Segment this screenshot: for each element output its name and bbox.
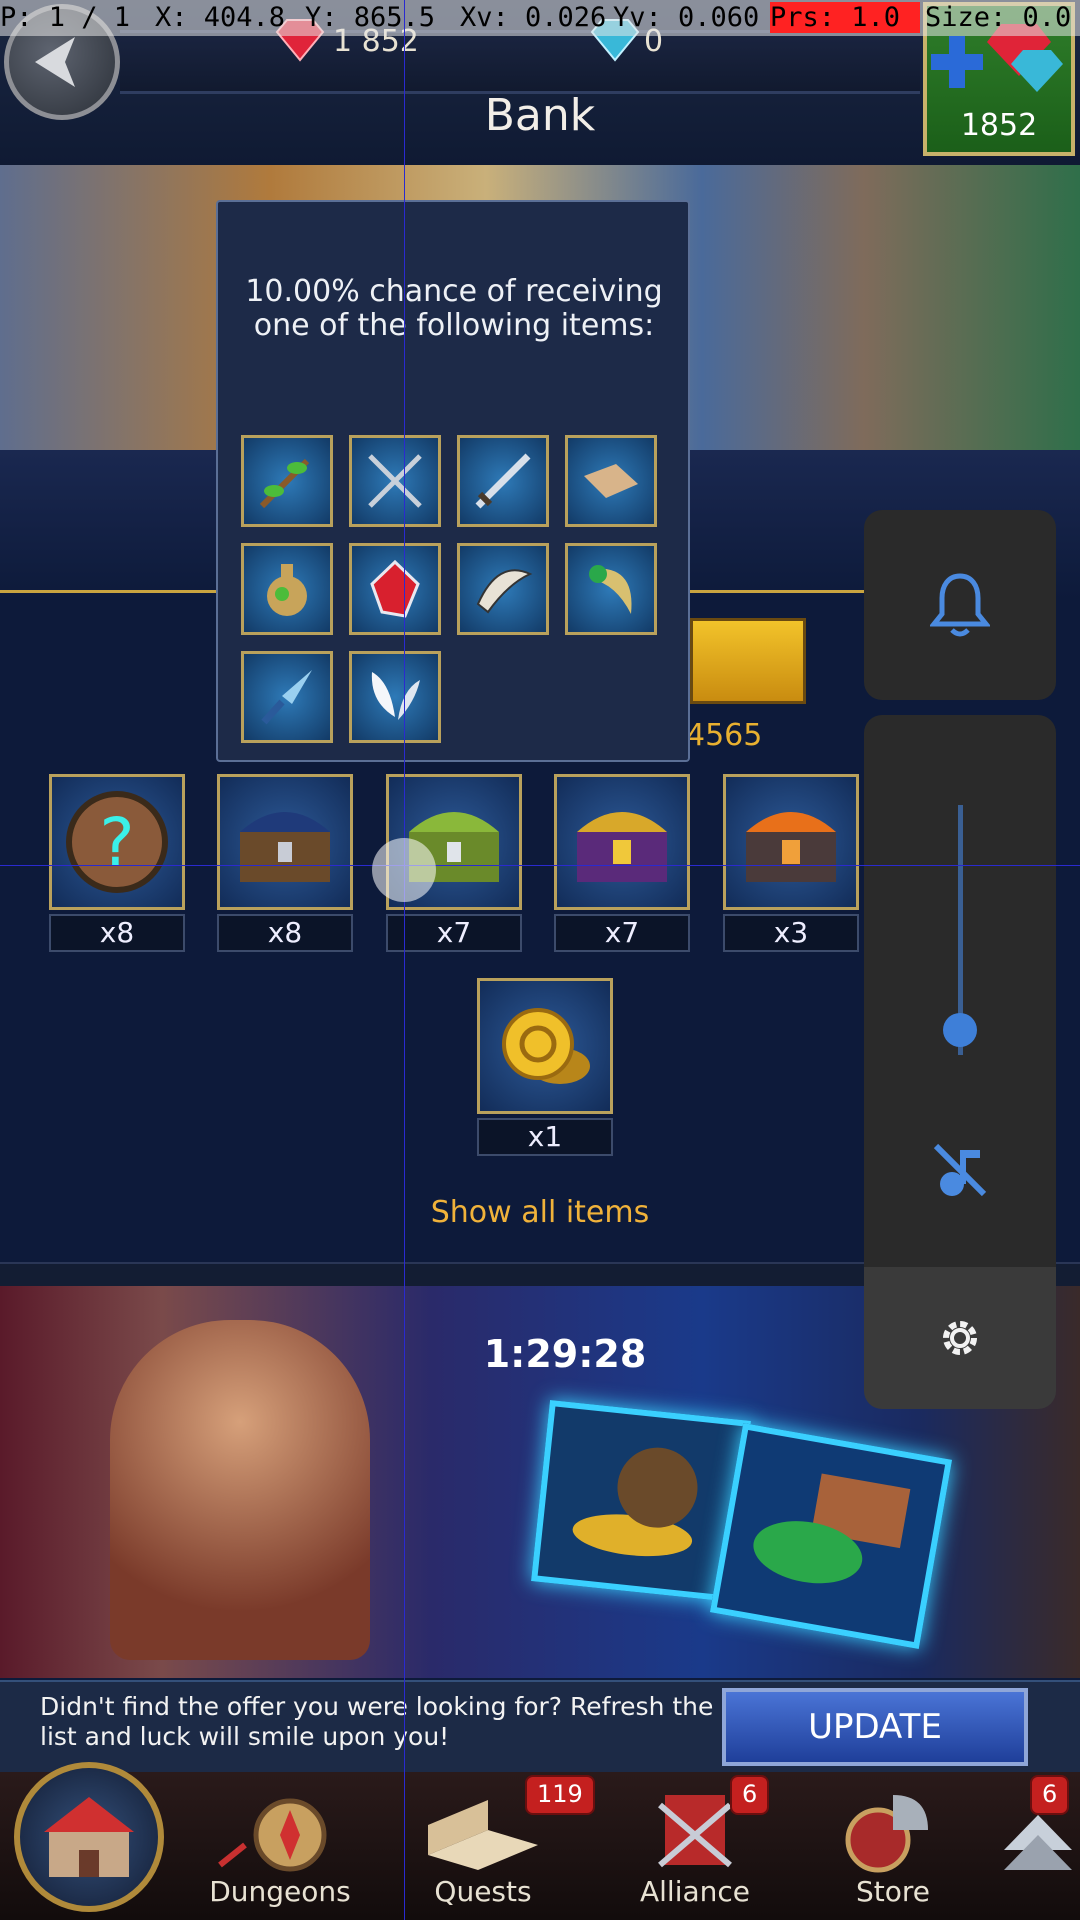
reward-item[interactable]: x1 — [477, 978, 613, 1158]
fang-icon — [589, 565, 632, 614]
nav-dungeons[interactable] — [205, 1790, 355, 1880]
popup-item[interactable] — [349, 651, 441, 743]
nav-more[interactable] — [1000, 1810, 1076, 1880]
compass-icon — [218, 1798, 327, 1872]
pointer-xv: Xv: 0.026 — [460, 2, 607, 33]
svg-text:?: ? — [99, 804, 134, 881]
divider — [680, 590, 880, 593]
more-badge: 6 — [1030, 1775, 1070, 1815]
popup-item[interactable] — [241, 651, 333, 743]
nav-store[interactable] — [818, 1785, 968, 1875]
reward-qty: x8 — [49, 914, 185, 952]
bell-icon — [930, 573, 990, 637]
fire-chest-icon — [723, 774, 859, 910]
popup-item[interactable] — [457, 435, 549, 527]
price-text: 4565 — [686, 718, 763, 753]
popup-text: 10.00% chance of receiving one of the fo… — [245, 274, 663, 343]
pointer-yv: Yv: 0.060 — [613, 2, 760, 33]
reward-item[interactable]: ? x8 — [49, 774, 185, 954]
purple-chest-icon — [554, 774, 690, 910]
gear-icon — [943, 1321, 977, 1355]
branch-icon — [259, 458, 310, 509]
pointer-size: Size: 0.0 — [925, 2, 1072, 33]
nav-label-alliance: Alliance — [639, 1875, 751, 1908]
merchant-character-image — [110, 1320, 370, 1660]
buy-button[interactable] — [690, 618, 806, 704]
green-coins-icon — [753, 1473, 911, 1584]
castle-button[interactable] — [14, 1762, 164, 1912]
ruby-icon — [370, 559, 420, 618]
popup-item[interactable] — [349, 543, 441, 635]
helmet-shield-icon — [845, 1795, 928, 1873]
gem-shop-value: 1852 — [960, 108, 1038, 143]
reward-item[interactable]: x8 — [217, 774, 353, 954]
show-all-items-link[interactable]: Show all items — [380, 1195, 700, 1230]
pointer-crosshair-vertical — [404, 0, 405, 1920]
notification-volume-button[interactable] — [864, 510, 1056, 700]
reward-item[interactable]: x3 — [723, 774, 859, 954]
crossed-swords-icon — [368, 454, 422, 508]
nav-label-dungeons: Dungeons — [209, 1875, 351, 1908]
blue-chest-icon — [217, 774, 353, 910]
castle-icon — [44, 1797, 134, 1877]
crystal-blade-icon — [261, 670, 312, 725]
nav-label-store: Store — [855, 1875, 930, 1908]
mystery-chest-icon: ? — [49, 774, 185, 910]
alliance-badge: 6 — [730, 1775, 770, 1815]
coin-bag-icon — [572, 1447, 698, 1557]
popup-item[interactable] — [457, 543, 549, 635]
reward-qty: x8 — [217, 914, 353, 952]
refresh-hint: Didn't find the offer you were looking f… — [40, 1692, 714, 1751]
arrow-up-icon — [1004, 1815, 1072, 1870]
quests-badge: 119 — [525, 1775, 595, 1815]
reward-qty: x1 — [477, 1118, 613, 1156]
pointer-location-overlay: P: 1 / 1 X: 404.8 Y: 865.5 Xv: 0.026 Yv:… — [0, 0, 1080, 36]
settings-button[interactable] — [864, 1267, 1056, 1409]
volume-knob[interactable] — [943, 1013, 977, 1047]
offer-timer: 1:29:28 — [483, 1332, 647, 1376]
page-title: Bank — [484, 90, 596, 141]
potion-icon — [267, 564, 307, 616]
reward-qty: x3 — [723, 914, 859, 952]
resources-offer-card — [709, 1423, 953, 1649]
wings-icon — [371, 672, 420, 720]
popup-item[interactable] — [565, 435, 657, 527]
pointer-crosshair-horizontal — [0, 865, 1080, 866]
nav-label-quests: Quests — [434, 1875, 532, 1908]
popup-item[interactable] — [241, 435, 333, 527]
pointer-x: X: 404.8 — [155, 2, 286, 33]
popup-item[interactable] — [565, 543, 657, 635]
music-off-icon[interactable] — [930, 1140, 990, 1200]
sword-icon — [475, 453, 531, 509]
gold-coins-icon — [477, 978, 613, 1114]
horn-icon — [476, 569, 533, 614]
reward-qty: x7 — [386, 914, 522, 952]
popup-item[interactable] — [349, 435, 441, 527]
resource-strip — [120, 30, 920, 94]
update-button[interactable]: UPDATE — [722, 1688, 1028, 1766]
popup-item[interactable] — [241, 543, 333, 635]
back-arrow-icon — [35, 37, 75, 87]
reward-qty: x7 — [554, 914, 690, 952]
scroll-icon — [584, 464, 638, 498]
touch-indicator — [372, 838, 436, 902]
pointer-count: P: 1 / 1 — [0, 2, 131, 33]
reward-item[interactable]: x7 — [554, 774, 690, 954]
pointer-y: Y: 865.5 — [305, 2, 436, 33]
pointer-pressure: Prs: 1.0 — [770, 2, 920, 33]
